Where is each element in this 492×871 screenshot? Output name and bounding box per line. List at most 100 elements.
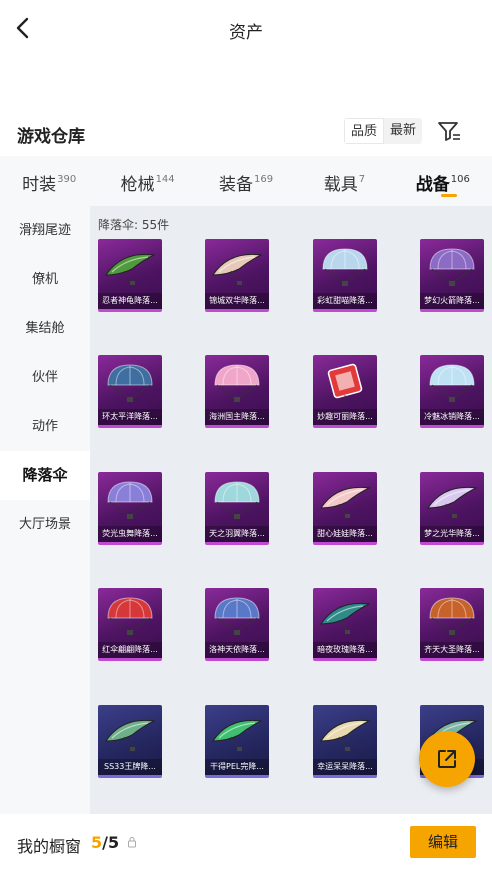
parachute-icon [107,364,153,402]
item-card[interactable]: 环太平洋降落... [98,355,162,428]
sort-latest-button[interactable]: 最新 [384,118,423,144]
repo-header: 游戏仓库 品质 最新 [0,112,492,152]
item-name: 红伞翩翩降落... [98,642,162,658]
item-name: 冷魅冰销降落... [420,409,484,425]
tab-weapons[interactable]: 枪械144 [98,156,196,206]
item-card[interactable]: 海洲国主降落... [205,355,269,428]
item-name: 荧光虫舞降落... [98,526,162,542]
repo-title: 游戏仓库 [17,127,85,147]
glider-icon [427,486,478,518]
sidebar-item-parachute[interactable]: 降落伞 [0,451,90,500]
sidebar-item-glide-trail[interactable]: 滑翔尾迹 [0,206,90,255]
item-name: 彩虹甜喵降落... [313,293,377,309]
item-name: 海洲国主降落... [205,409,269,425]
tab-count: 106 [450,174,470,185]
item-card[interactable]: 梦之光华降落... [420,472,484,545]
tab-battle-prep[interactable]: 战备106 [394,156,492,206]
item-name: SS33王牌降... [98,759,162,775]
item-name: 锦城双华降落... [205,293,269,309]
item-card[interactable]: 幸运呆呆降落... [313,705,377,778]
edit-button[interactable]: 编辑 [410,826,476,858]
item-card[interactable]: 锦城双华降落... [205,239,269,312]
item-name: 洛神天依降落... [205,642,269,658]
item-card[interactable]: 洛神天依降落... [205,588,269,661]
showcase-label: 我的橱窗 [17,837,82,856]
item-count-label: 降落伞: 55件 [98,218,170,232]
tab-label: 载具 [323,175,358,195]
tab-label: 时装 [22,175,57,195]
item-card[interactable]: 天之羽翼降落... [205,472,269,545]
item-card[interactable]: 干得PEL完降... [205,705,269,778]
parachute-icon [214,481,260,519]
share-button[interactable] [419,731,475,787]
showcase-bar: 我的橱窗 5/5 编辑 [0,814,492,871]
top-bar: 资产 [0,0,492,58]
tab-vehicles[interactable]: 载具7 [295,156,393,206]
item-name: 忍者神龟降落... [98,293,162,309]
item-name: 梦之光华降落... [420,526,484,542]
box-icon [327,363,363,403]
glider-icon [320,602,371,634]
category-tabs: 时装390 枪械144 装备169 载具7 战备106 [0,156,492,206]
parachute-icon [214,597,260,635]
glider-icon [105,253,156,285]
filter-icon[interactable] [436,118,462,144]
item-card[interactable]: 彩虹甜喵降落... [313,239,377,312]
showcase-count: 5/5 [91,833,119,852]
item-name: 甜心娃娃降落... [313,526,377,542]
sort-quality-button[interactable]: 品质 [344,118,385,144]
item-name: 齐天大圣降落... [420,642,484,658]
sort-toggle: 品质 最新 [344,118,423,144]
item-card[interactable]: 忍者神龟降落... [98,239,162,312]
subcategory-sidebar: 滑翔尾迹 僚机 集结舱 伙伴 动作 降落伞 大厅场景 [0,206,90,814]
item-card[interactable]: 甜心娃娃降落... [313,472,377,545]
item-card[interactable]: 妙趣可丽降落... [313,355,377,428]
parachute-icon [107,481,153,519]
item-name: 暗夜玫瑰降落... [313,642,377,658]
parachute-icon [429,597,475,635]
tab-fashion[interactable]: 时装390 [0,156,98,206]
tab-label: 枪械 [120,175,155,195]
item-card[interactable]: 暗夜玫瑰降落... [313,588,377,661]
glider-icon [320,486,371,518]
tab-count: 7 [358,174,366,185]
item-card[interactable]: 梦幻火箭降落... [420,239,484,312]
parachute-icon [107,597,153,635]
active-tab-indicator [440,194,457,197]
showcase-total: /5 [102,833,120,852]
item-name: 天之羽翼降落... [205,526,269,542]
item-card[interactable]: SS33王牌降... [98,705,162,778]
tab-label: 战备 [415,175,450,195]
item-card[interactable]: 齐天大圣降落... [420,588,484,661]
glider-icon [212,719,263,751]
parachute-icon [214,364,260,402]
glider-icon [320,719,371,751]
parachute-icon [429,364,475,402]
tab-count: 169 [253,174,274,185]
item-card[interactable]: 红伞翩翩降落... [98,588,162,661]
item-name: 环太平洋降落... [98,409,162,425]
item-name: 干得PEL完降... [205,759,269,775]
glider-icon [212,253,263,285]
parachute-icon [429,248,475,286]
item-name: 梦幻火箭降落... [420,293,484,309]
showcase-current: 5 [91,833,103,852]
tab-label: 装备 [218,175,253,195]
page-title: 资产 [229,23,263,43]
sidebar-item-wingman[interactable]: 僚机 [0,255,90,304]
sidebar-item-companion[interactable]: 伙伴 [0,353,90,402]
tab-count: 144 [155,174,175,185]
glider-icon [105,719,156,751]
item-card[interactable]: 冷魅冰销降落... [420,355,484,428]
sidebar-item-emote[interactable]: 动作 [0,402,90,451]
sidebar-item-lobby-scene[interactable]: 大厅场景 [0,500,90,549]
share-icon [438,750,456,768]
parachute-icon [322,248,368,286]
item-panel: 降落伞: 55件 忍者神龟降落... 锦城双华降落... 彩虹甜喵降落... 梦幻火箭… [90,206,492,814]
item-name: 幸运呆呆降落... [313,759,377,775]
item-card[interactable]: 荧光虫舞降落... [98,472,162,545]
tab-equipment[interactable]: 装备169 [197,156,295,206]
tab-count: 390 [57,174,77,185]
item-name: 妙趣可丽降落... [313,409,377,425]
sidebar-item-assembly-pod[interactable]: 集结舱 [0,304,90,353]
